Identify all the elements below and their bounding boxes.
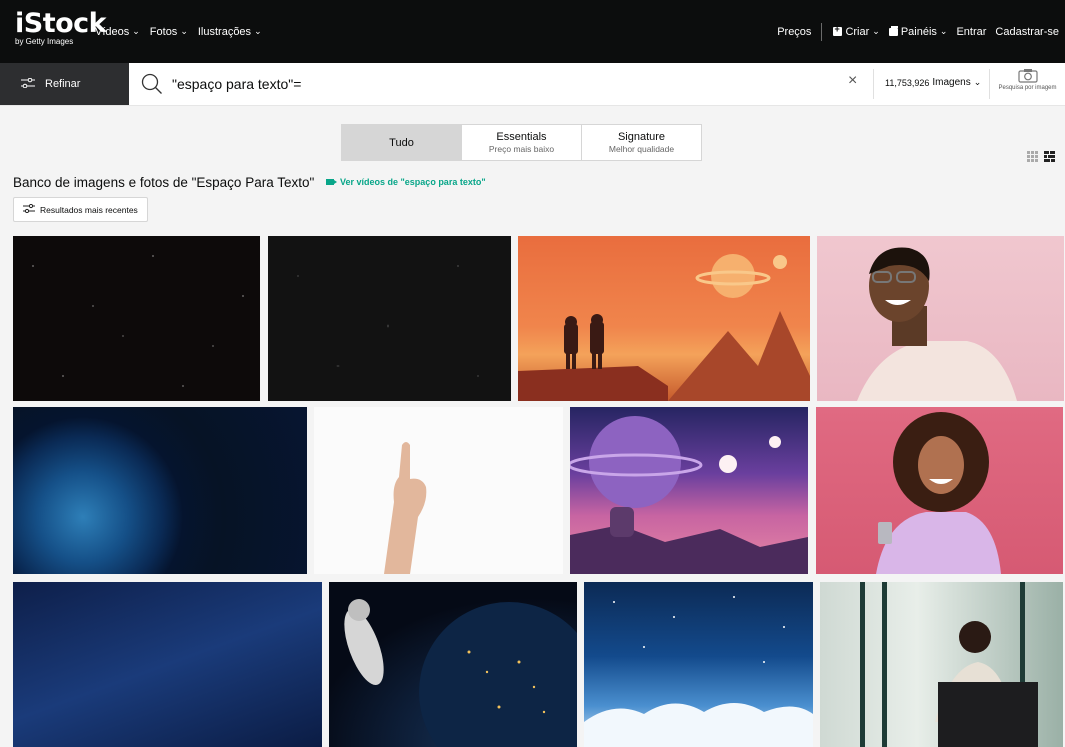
woman-phone-illustration (876, 412, 1001, 574)
search-input[interactable] (172, 73, 812, 95)
divider (873, 69, 874, 99)
top-nav-bar: iStock by Getty Images Vídeos ⌄ Fotos ⌄ … (0, 0, 1065, 63)
chevron-down-icon: ⌄ (254, 26, 262, 36)
astronaut-earth-illustration (344, 599, 577, 747)
image-search-label: Pesquisa por imagem (998, 85, 1057, 91)
result-image-woman-laptop-cafe[interactable] (820, 582, 1063, 747)
result-type-label: Imagens (932, 77, 971, 88)
nav-left: Vídeos ⌄ Fotos ⌄ Ilustrações ⌄ (95, 0, 272, 63)
create-icon (833, 24, 843, 36)
boards-label: Painéis (900, 25, 937, 38)
result-image-astronauts-orange-planet[interactable] (518, 236, 810, 401)
nav-item-label: Vídeos (95, 25, 130, 38)
result-image-black-starry-background[interactable] (13, 236, 260, 401)
tab-signature[interactable]: Signature Melhor qualidade (581, 125, 701, 160)
results-heading: Banco de imagens e fotos de "Espaço Para… (13, 175, 315, 190)
smiling-man-illustration (857, 247, 1017, 401)
video-camera-icon (326, 179, 337, 185)
nav-item-boards[interactable]: Painéis ⌄ (888, 25, 948, 38)
chevron-down-icon: ⌄ (939, 26, 948, 36)
tab-sublabel: Preço mais baixo (488, 144, 555, 154)
filter-icon (21, 77, 35, 91)
chevron-down-icon: ⌄ (132, 26, 140, 36)
tab-sublabel: Melhor qualidade (608, 144, 675, 154)
video-link-label: Ver vídeos de "espaço para texto" (340, 177, 486, 187)
tab-label: Tudo (389, 136, 414, 149)
result-image-dusty-black-texture[interactable] (268, 236, 511, 401)
chevron-down-icon: ⌄ (180, 26, 188, 36)
signin-link[interactable]: Entrar (956, 26, 986, 38)
result-image-blue-space-texture[interactable] (13, 582, 322, 747)
tab-essentials[interactable]: Essentials Preço mais baixo (461, 125, 581, 160)
refine-button[interactable]: Refinar (0, 63, 129, 105)
tab-label: Signature (617, 131, 666, 143)
recent-results-button[interactable]: Resultados mais recentes (13, 197, 148, 222)
hand-illustration (384, 442, 427, 574)
woman-laptop-illustration (860, 582, 1038, 747)
nav-item-pricing[interactable]: Preços (777, 26, 811, 38)
tab-all[interactable]: Tudo (342, 125, 461, 160)
mosaic-view-icon[interactable] (1044, 149, 1055, 167)
sliders-icon (23, 203, 35, 215)
refine-label: Refinar (45, 78, 81, 90)
result-image-night-sky-clouds[interactable] (584, 582, 813, 747)
pricing-label: Preços (777, 25, 812, 38)
view-toggle (1027, 149, 1055, 167)
signup-link[interactable]: Cadastrar-se (995, 26, 1059, 38)
logo-text: iStock (15, 8, 107, 39)
result-count: 11,753,926 (885, 77, 930, 88)
chevron-down-icon: ⌄ (973, 77, 982, 87)
boards-icon (888, 25, 898, 36)
result-image-smiling-man-pink[interactable] (817, 236, 1064, 401)
alien-planet-illustration (570, 416, 808, 574)
astronauts-illustration (518, 254, 810, 401)
nav-item-label: Fotos (149, 25, 178, 38)
nav-divider (821, 22, 823, 41)
create-label: Criar (845, 25, 870, 38)
image-search-button[interactable]: Pesquisa por imagem (990, 68, 1065, 91)
result-image-hand-pointing-up[interactable] (314, 407, 563, 574)
result-image-astronaut-earth-night[interactable] (329, 582, 577, 747)
grid-view-icon[interactable] (1027, 149, 1038, 167)
nav-item-label: Ilustrações (197, 25, 252, 38)
signin-label: Entrar (956, 25, 987, 38)
result-image-earth-space[interactable] (13, 407, 307, 574)
clouds-illustration (584, 596, 813, 747)
nav-item-videos[interactable]: Vídeos ⌄ (95, 26, 140, 38)
search-icon[interactable] (141, 73, 163, 100)
logo-subtext: by Getty Images (15, 37, 74, 46)
result-image-purple-alien-planet[interactable] (570, 407, 808, 574)
nav-item-create[interactable]: Criar ⌄ (833, 24, 880, 38)
tab-label: Essentials (496, 131, 547, 143)
recent-results-label: Resultados mais recentes (40, 204, 138, 215)
signup-label: Cadastrar-se (995, 25, 1059, 38)
search-bar: Refinar × 11,753,926 Imagens ⌄ Pesquisa … (0, 63, 1065, 106)
result-image-woman-phone-pink[interactable] (816, 407, 1063, 574)
license-tabs: Tudo Essentials Preço mais baixo Signatu… (341, 124, 702, 161)
nav-right: Preços Criar ⌄ Painéis ⌄ Entrar Cadastra… (768, 0, 1059, 63)
video-results-link[interactable]: Ver vídeos de "espaço para texto" (326, 177, 486, 187)
istock-logo[interactable]: iStock by Getty Images (15, 8, 107, 46)
nav-item-photos[interactable]: Fotos ⌄ (150, 26, 188, 38)
close-icon[interactable]: × (848, 72, 857, 90)
nav-item-illustrations[interactable]: Ilustrações ⌄ (198, 26, 262, 38)
chevron-down-icon: ⌄ (872, 26, 880, 36)
result-type-select[interactable]: 11,753,926 Imagens ⌄ (885, 77, 981, 88)
